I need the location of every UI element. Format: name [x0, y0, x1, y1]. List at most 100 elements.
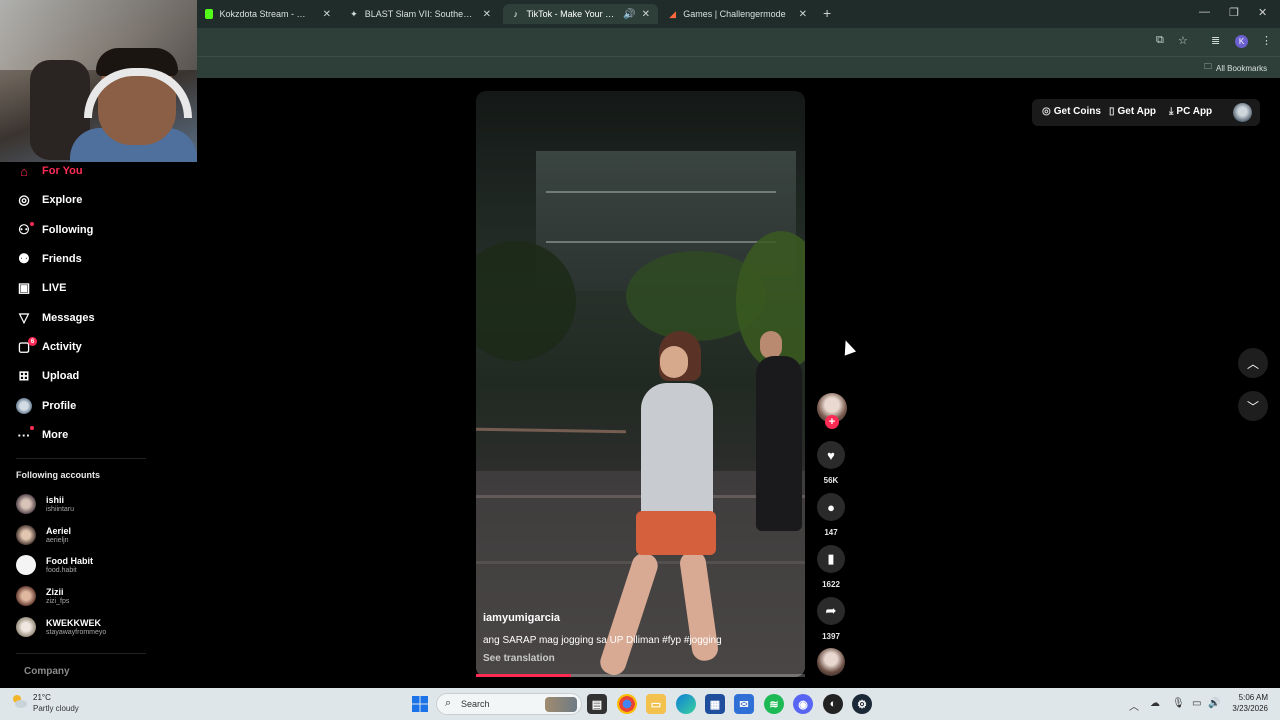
- video-progress-fill: [476, 674, 572, 677]
- pc-app-button[interactable]: ⤓ PC App: [1169, 106, 1212, 117]
- video-caption: ang SARAP mag jogging sa UP Diliman #fyp…: [483, 635, 722, 646]
- avatar: [16, 494, 36, 514]
- display-icon[interactable]: ▭: [1192, 698, 1201, 709]
- windows-start-icon[interactable]: [410, 694, 430, 714]
- save-count: 1622: [822, 580, 840, 589]
- sidebar-item-activity[interactable]: ▢ 6 Activity: [16, 336, 82, 358]
- previous-video-button[interactable]: ︿: [1238, 348, 1268, 378]
- phone-icon: ▯: [1109, 106, 1115, 117]
- close-tab-icon[interactable]: ✕: [799, 9, 807, 20]
- sidebar-item-upload[interactable]: ⊞ Upload: [16, 365, 80, 387]
- show-hidden-icons-icon[interactable]: ︿: [1129, 698, 1139, 713]
- see-translation-link[interactable]: See translation: [483, 653, 555, 664]
- following-account[interactable]: KWEKKWEK stayawayfrommeyo: [16, 614, 106, 640]
- company-link[interactable]: Company: [24, 666, 70, 677]
- friends-icon: ⚉: [18, 251, 30, 266]
- live-icon: ▣: [17, 280, 31, 295]
- taskbar-search-input[interactable]: ⌕ Search: [436, 693, 582, 715]
- sidebar-item-more[interactable]: ··· More: [16, 424, 68, 446]
- user-avatar[interactable]: [1233, 103, 1252, 122]
- next-video-button[interactable]: ﹀: [1238, 391, 1268, 421]
- chevron-down-icon: ﹀: [1246, 399, 1259, 414]
- profile-icon: [16, 398, 32, 414]
- avatar: [16, 525, 36, 545]
- messages-icon: ▽: [19, 310, 29, 325]
- like-button[interactable]: ♥: [817, 441, 845, 469]
- get-coins-button[interactable]: ◎ Get Coins: [1042, 106, 1101, 117]
- avatar: [16, 555, 36, 575]
- weather-temperature[interactable]: 21°C: [33, 693, 51, 702]
- kick-icon: [205, 9, 214, 19]
- save-button[interactable]: ▮: [817, 545, 845, 573]
- spotify-icon[interactable]: ≋: [764, 694, 784, 714]
- share-button[interactable]: ➦: [817, 597, 845, 625]
- taskbar-date[interactable]: 3/23/2026: [1222, 704, 1268, 713]
- tiktok-icon: ♪: [513, 9, 518, 19]
- audio-playing-icon[interactable]: 🔊: [623, 9, 635, 20]
- comment-button[interactable]: ●: [817, 493, 845, 521]
- activity-badge: 6: [28, 337, 37, 346]
- following-account[interactable]: Zizii zizi_fps: [16, 583, 69, 609]
- close-tab-icon[interactable]: ✕: [483, 9, 491, 20]
- taskbar-time[interactable]: 5:06 AM: [1222, 693, 1268, 702]
- bookmark-icon: ▮: [827, 551, 835, 566]
- file-explorer-icon[interactable]: ▭: [646, 694, 666, 714]
- following-account[interactable]: ishii ishiintaru: [16, 491, 74, 517]
- get-app-button[interactable]: ▯ Get App: [1109, 106, 1156, 117]
- chevron-up-icon: ︿: [1246, 356, 1259, 371]
- sidebar-item-following[interactable]: ⚇ Following: [16, 219, 93, 241]
- close-tab-icon[interactable]: ✕: [323, 9, 331, 20]
- install-app-icon[interactable]: ⧉: [1156, 34, 1164, 47]
- avatar: [16, 586, 36, 606]
- tab-blast[interactable]: ✦ BLAST Slam VII: Southeast Asia ✕: [341, 4, 499, 24]
- sidebar-item-friends[interactable]: ⚉ Friends: [16, 248, 82, 270]
- steam-icon[interactable]: ⚙: [852, 694, 872, 714]
- sound-disc-avatar[interactable]: [817, 648, 845, 676]
- sidebar-item-for-you[interactable]: ⌂ For You: [16, 160, 82, 182]
- mail-icon[interactable]: ✉: [734, 694, 754, 714]
- bookmark-star-icon[interactable]: ☆: [1178, 34, 1188, 47]
- video-player[interactable]: [476, 91, 805, 677]
- browser-menu-icon[interactable]: ⋮: [1261, 34, 1272, 47]
- sidebar-item-live[interactable]: ▣ LIVE: [16, 277, 67, 299]
- challengermode-icon: ◢: [669, 8, 677, 19]
- tab-kokzdota[interactable]: Kokzdota Stream - Watch Live ✕: [197, 4, 339, 24]
- obs-icon[interactable]: ◐: [823, 694, 843, 714]
- discord-icon[interactable]: ◉: [793, 694, 813, 714]
- weather-description[interactable]: Partly cloudy: [33, 704, 79, 713]
- heart-icon: ♥: [827, 447, 835, 463]
- home-icon: ⌂: [20, 163, 28, 179]
- task-view-icon[interactable]: ▤: [587, 694, 607, 714]
- edge-icon[interactable]: [676, 694, 696, 714]
- avatar: [16, 617, 36, 637]
- search-highlight-image: [545, 697, 577, 712]
- minimize-button[interactable]: —: [1199, 6, 1210, 18]
- partly-cloudy-icon[interactable]: [10, 693, 28, 709]
- video-progress-bar[interactable]: [476, 674, 805, 677]
- close-window-button[interactable]: ✕: [1258, 6, 1267, 19]
- sidebar-item-profile[interactable]: Profile: [16, 395, 76, 417]
- network-cloud-icon[interactable]: ☁: [1150, 698, 1160, 709]
- close-tab-icon[interactable]: ✕: [642, 9, 650, 20]
- compass-icon: ◎: [18, 192, 30, 207]
- tab-search-icon[interactable]: ≣: [1211, 34, 1220, 47]
- tab-challengermode[interactable]: ◢ Games | Challengermode ✕: [660, 4, 815, 24]
- sidebar-item-messages[interactable]: ▽ Messages: [16, 307, 95, 329]
- microphone-icon[interactable]: 🎙: [1172, 698, 1185, 709]
- follow-plus-button[interactable]: +: [825, 415, 839, 429]
- following-account[interactable]: Aeriel aerieljn: [16, 522, 71, 548]
- sidebar-item-explore[interactable]: ◎ Explore: [16, 189, 82, 211]
- tab-tiktok[interactable]: ♪ TikTok - Make Your Day 🔊 ✕: [503, 4, 658, 24]
- restore-button[interactable]: ❐: [1229, 6, 1239, 19]
- store-icon[interactable]: ▦: [705, 694, 725, 714]
- all-bookmarks-button[interactable]: 🗀 All Bookmarks: [1204, 61, 1267, 75]
- following-account[interactable]: Food Habit food.habit: [16, 552, 93, 578]
- chrome-icon[interactable]: [617, 694, 637, 714]
- blast-icon: ✦: [350, 8, 358, 19]
- new-tab-button[interactable]: +: [823, 5, 831, 21]
- coin-icon: ◎: [1042, 106, 1051, 117]
- profile-avatar[interactable]: K: [1235, 35, 1248, 48]
- video-username[interactable]: iamyumigarcia: [483, 612, 560, 624]
- sidebar-divider: [16, 653, 146, 654]
- volume-icon[interactable]: 🔊: [1208, 698, 1220, 709]
